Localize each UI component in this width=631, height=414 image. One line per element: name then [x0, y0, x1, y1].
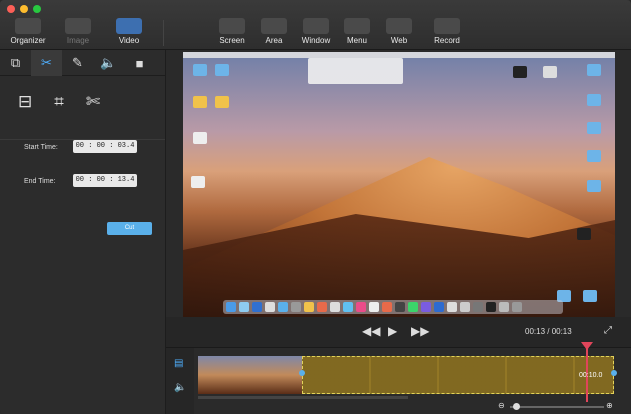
image-icon	[65, 18, 91, 34]
fast-forward-icon: ▶▶	[411, 324, 430, 338]
fullscreen-button[interactable]: ⤢	[604, 325, 612, 336]
file-icon	[193, 132, 207, 144]
rewind-button[interactable]: ◀◀	[362, 324, 380, 338]
audio-track-icon[interactable]: 🔈	[174, 382, 186, 393]
crop-tool-icon[interactable]: ⌗	[54, 92, 64, 139]
rewind-icon: ◀◀	[362, 324, 381, 338]
main-toolbar: Organizer Image Video Screen Area Window…	[0, 0, 631, 50]
video-clip[interactable]	[198, 356, 302, 394]
video-icon	[116, 18, 142, 34]
timeline-zoom: ⊖ ⊕	[496, 401, 616, 412]
toolbar-video-button[interactable]: Video	[104, 18, 154, 48]
edit-panel: ⧉ ✂ ✎ 🔈 ■ ⊟ ⌗ ✄ Start Time: 00 : 00 : 03…	[0, 50, 166, 414]
start-time-label: Start Time:	[24, 144, 58, 151]
play-button[interactable]: ▶	[388, 324, 397, 338]
playhead-time: 00:10.0	[579, 372, 603, 379]
timeline-scrollbar[interactable]	[198, 396, 408, 399]
fast-forward-button[interactable]: ▶▶	[411, 324, 429, 338]
area-icon	[261, 18, 287, 34]
menu-icon	[344, 18, 370, 34]
track-header: ▤ 🔈	[166, 348, 194, 414]
document-icon	[193, 96, 207, 108]
play-icon: ▶	[388, 324, 398, 338]
player-controls: ◀◀ ▶ ▶▶ 00:13 / 00:13 ⤢	[166, 317, 631, 347]
playback-timecode: 00:13 / 00:13	[525, 327, 572, 336]
toolbar-record-button[interactable]: Record	[422, 18, 472, 48]
toolbar-image-button[interactable]: Image	[53, 18, 103, 48]
thumbnail-icon	[577, 228, 591, 240]
cut-video-tool-icon[interactable]: ⊟	[18, 92, 32, 139]
video-preview	[183, 52, 615, 317]
record-icon	[434, 18, 460, 34]
tab-audio[interactable]: 🔈	[93, 50, 124, 76]
thumbnail-icon	[543, 66, 557, 78]
scissors-icon: ✂	[41, 55, 52, 70]
tab-annotate[interactable]: ✎	[62, 50, 93, 76]
edit-tabs: ⧉ ✂ ✎ 🔈 ■	[0, 50, 165, 76]
end-time-field[interactable]: 00 : 00 : 13.4	[73, 174, 137, 187]
zoom-window-button[interactable]	[33, 5, 41, 13]
window-icon	[303, 18, 329, 34]
tab-cut[interactable]: ✂	[31, 50, 62, 76]
close-window-button[interactable]	[7, 5, 15, 13]
folder-icon	[587, 150, 601, 162]
folder-icon	[587, 94, 601, 106]
zoom-out-icon[interactable]: ⊖	[498, 401, 505, 410]
folder-icon	[583, 290, 597, 302]
folder-icon	[587, 64, 601, 76]
toolbar-organizer-button[interactable]: Organizer	[3, 18, 53, 48]
video-track-icon[interactable]: ▤	[174, 358, 183, 369]
trim-icon: ⧉	[10, 55, 21, 70]
selection-start-handle[interactable]	[299, 370, 305, 376]
speaker-icon: 🔈	[100, 55, 117, 70]
cut-selection-region[interactable]	[302, 356, 614, 394]
grid-icon	[15, 18, 41, 34]
folder-icon	[587, 180, 601, 192]
split-tool-icon[interactable]: ✄	[86, 92, 100, 139]
timeline: ▤ 🔈 00:10.0 ⊖ ⊕	[166, 342, 631, 414]
cut-button[interactable]: Cut	[107, 222, 152, 235]
window-controls	[7, 5, 41, 13]
toolbar-web-button[interactable]: Web	[374, 18, 424, 48]
toolbar-separator	[163, 20, 164, 46]
zoom-in-icon[interactable]: ⊕	[606, 401, 613, 410]
end-time-label: End Time:	[24, 178, 56, 185]
zoom-slider-track[interactable]	[510, 406, 604, 408]
document-icon	[215, 96, 229, 108]
minimize-window-button[interactable]	[20, 5, 28, 13]
folder-icon	[193, 64, 207, 76]
annotate-icon: ✎	[72, 55, 83, 70]
camera-icon: ■	[135, 55, 144, 71]
selection-end-handle[interactable]	[611, 370, 617, 376]
folder-icon	[215, 64, 229, 76]
start-time-field[interactable]: 00 : 00 : 03.4	[73, 140, 137, 153]
preview-dock	[223, 300, 563, 314]
preview-dropdown-menu	[308, 58, 403, 84]
web-icon	[386, 18, 412, 34]
zoom-slider-knob[interactable]	[513, 403, 520, 410]
thumbnail-icon	[513, 66, 527, 78]
fullscreen-icon: ⤢	[604, 325, 612, 336]
tab-camera[interactable]: ■	[124, 50, 155, 76]
app-icon	[191, 176, 205, 188]
screen-icon	[219, 18, 245, 34]
tab-trim[interactable]: ⧉	[0, 50, 31, 76]
folder-icon	[587, 122, 601, 134]
app-window: Organizer Image Video Screen Area Window…	[0, 0, 631, 414]
cut-tools: ⊟ ⌗ ✄	[0, 76, 165, 140]
